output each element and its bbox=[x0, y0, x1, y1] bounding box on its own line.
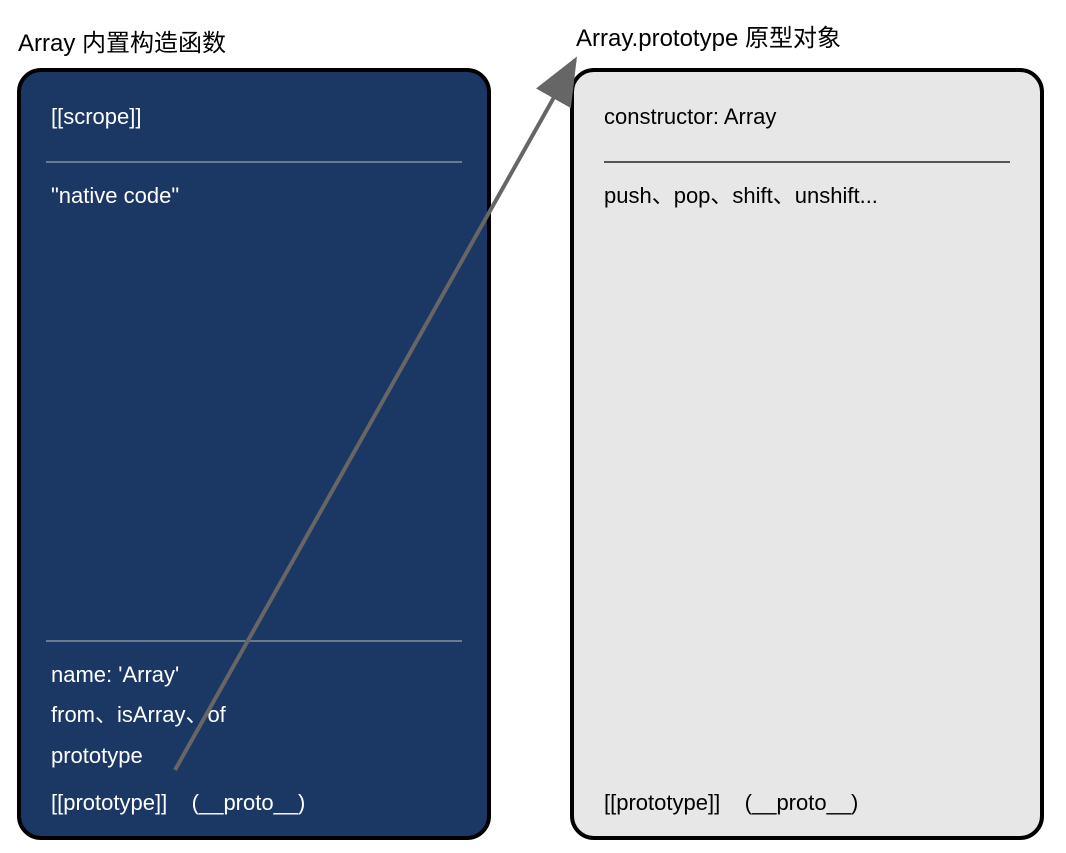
proto-label: [[prototype]] bbox=[51, 790, 167, 815]
divider bbox=[46, 640, 462, 642]
native-code-label: "native code" bbox=[51, 181, 457, 212]
proto-alias: (__proto__) bbox=[192, 790, 306, 815]
scope-slot: [[scrope]] bbox=[51, 102, 457, 133]
prototype-slot: [[prototype]] (__proto__) bbox=[51, 790, 457, 816]
array-prototype-box: constructor: Array push、pop、shift、unshif… bbox=[570, 68, 1044, 840]
divider bbox=[46, 161, 462, 163]
constructor-property: constructor: Array bbox=[604, 102, 1010, 133]
proto-label: [[prototype]] bbox=[604, 790, 720, 815]
right-box-title: Array.prototype 原型对象 bbox=[576, 18, 841, 53]
divider bbox=[604, 161, 1010, 163]
left-box-title: Array 内置构造函数 bbox=[18, 23, 226, 58]
prototype-property: prototype bbox=[51, 741, 457, 772]
right-inner: constructor: Array push、pop、shift、unshif… bbox=[604, 102, 1010, 816]
prototype-slot: [[prototype]] (__proto__) bbox=[604, 790, 1010, 816]
array-constructor-box: [[scrope]] "native code" name: 'Array' f… bbox=[17, 68, 491, 840]
static-methods: from、isArray、of bbox=[51, 700, 457, 731]
spacer bbox=[604, 222, 1010, 782]
left-inner: [[scrope]] "native code" name: 'Array' f… bbox=[51, 102, 457, 816]
name-property: name: 'Array' bbox=[51, 660, 457, 691]
spacer bbox=[51, 222, 457, 622]
instance-methods: push、pop、shift、unshift... bbox=[604, 181, 1010, 212]
proto-alias: (__proto__) bbox=[745, 790, 859, 815]
